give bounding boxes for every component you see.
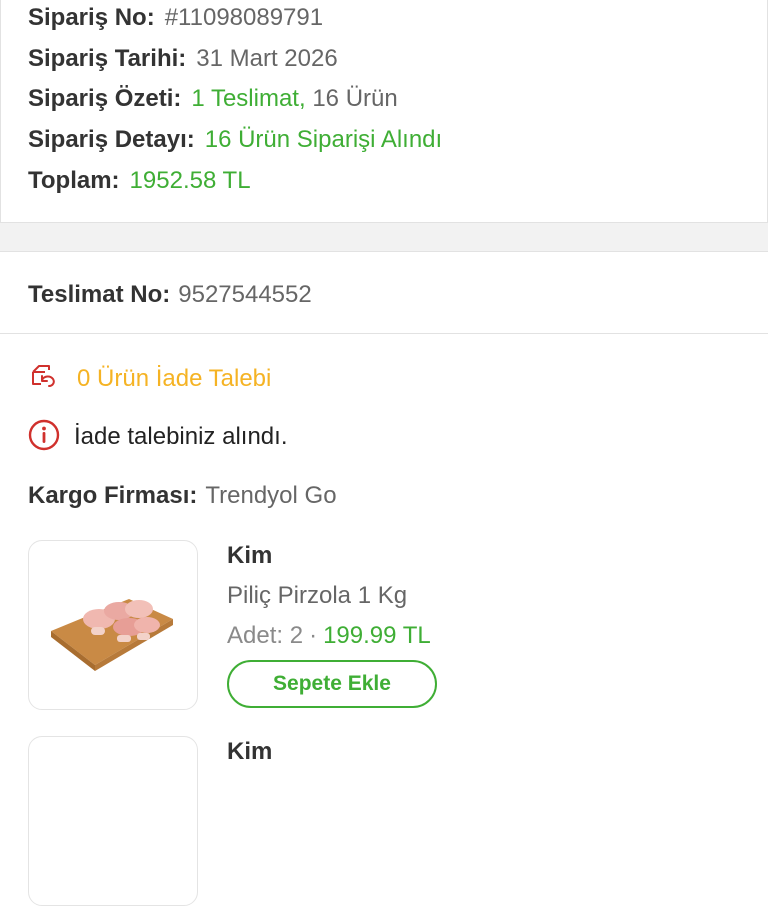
delivery-divider [0, 333, 768, 334]
summary-left-border [0, 0, 1, 222]
order-detail-row[interactable]: Sipariş Detayı: 16 Ürün Siparişi Alındı [28, 125, 442, 155]
order-total-row: Toplam: 1952.58 TL [28, 166, 251, 196]
order-number-value: #11098089791 [164, 4, 324, 31]
cargo-company-label: Kargo Firması: [28, 482, 198, 509]
add-to-cart-button[interactable]: Sepete Ekle [227, 660, 437, 708]
order-date-row: Sipariş Tarihi: 31 Mart 2026 [28, 44, 338, 74]
order-detail-label: Sipariş Detayı: [28, 126, 195, 153]
return-info-row: İade talebiniz alındı. [28, 419, 288, 456]
return-package-icon [28, 362, 58, 397]
order-detail-value[interactable]: 16 Ürün Siparişi Alındı [205, 126, 442, 153]
cargo-company-value: Trendyol Go [205, 482, 337, 509]
quantity-label: Adet: [227, 622, 284, 649]
info-circle-icon [28, 419, 60, 456]
order-number-row: Sipariş No: #11098089791 [28, 3, 323, 33]
section-separator [0, 222, 768, 252]
return-request-row[interactable]: 0 Ürün İade Talebi [28, 364, 271, 394]
return-request-label[interactable]: 0 Ürün İade Talebi [77, 365, 271, 393]
order-date-value: 31 Mart 2026 [196, 45, 338, 72]
delivery-number-label: Teslimat No: [28, 281, 171, 308]
quantity-value: 2 [289, 622, 304, 649]
delivery-number-row: Teslimat No: 9527544552 [28, 280, 312, 310]
order-summary-row: Sipariş Özeti: 1 Teslimat, 16 Ürün [28, 84, 398, 114]
order-total-value: 1952.58 TL [129, 167, 251, 194]
order-summary-count: 16 Ürün [312, 85, 398, 112]
product-brand: Kim [227, 738, 273, 765]
order-date-label: Sipariş Tarihi: [28, 45, 187, 72]
order-summary-section: Sipariş No: #11098089791 Sipariş Tarihi: 3… [0, 0, 768, 222]
order-summary-delivery: 1 Teslimat, [191, 85, 306, 112]
order-number-label: Sipariş No: [28, 4, 155, 31]
delivery-number-value: 9527544552 [178, 281, 312, 308]
product-image[interactable] [28, 540, 198, 710]
separator-dot: · [309, 622, 318, 649]
order-summary-label: Sipariş Özeti: [28, 85, 182, 112]
product-price: 199.99 TL [323, 622, 431, 649]
product-brand: Kim [227, 542, 273, 569]
order-total-label: Toplam: [28, 167, 120, 194]
product-image[interactable] [28, 736, 198, 906]
product-name[interactable]: Piliç Pirzola 1 Kg [227, 582, 407, 610]
cargo-company-row: Kargo Firması: Trendyol Go [28, 481, 337, 511]
return-info-text: İade talebiniz alındı. [74, 423, 288, 450]
product-quantity-price: Adet: 2 · 199.99 TL [227, 622, 431, 650]
